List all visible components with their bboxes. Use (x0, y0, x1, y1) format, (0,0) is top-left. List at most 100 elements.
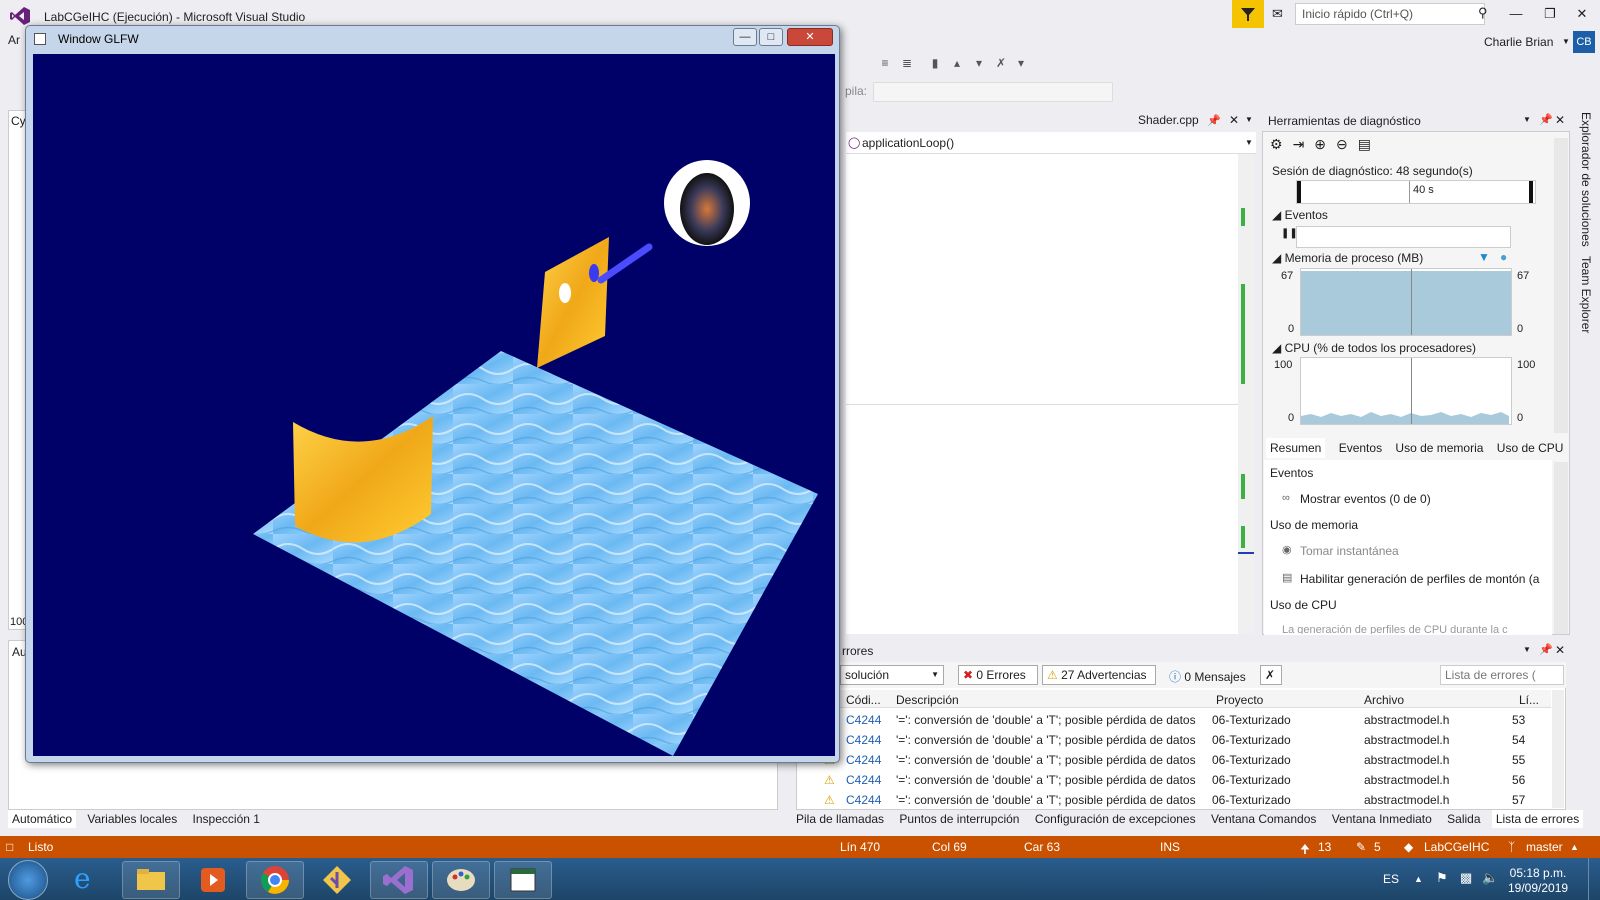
close-tab-icon[interactable]: ✕ (1229, 113, 1239, 127)
editor-scrollbar[interactable] (1238, 154, 1254, 634)
export-icon[interactable]: ⇥ (1293, 136, 1315, 152)
tab-configuracion-excepciones[interactable]: Configuración de excepciones (1031, 810, 1200, 828)
left-tool-tab[interactable]: Cy (11, 114, 26, 128)
bookmark-next-icon[interactable]: ▾ (970, 56, 988, 74)
row-code[interactable]: C4244 (846, 713, 881, 727)
tab-team-explorer[interactable]: Team Explorer (1579, 256, 1593, 333)
flag-icon[interactable]: ⚑ (1436, 870, 1448, 886)
table-row[interactable]: ⚠ C4244 '=': conversión de 'double' a 'T… (796, 790, 1551, 810)
glfw-close-button[interactable]: ✕ (787, 28, 833, 46)
error-search-input[interactable]: Lista de errores ( (1440, 665, 1564, 685)
clear-filter-button[interactable]: ✗ (1260, 665, 1282, 685)
timeline-end-handle[interactable] (1529, 181, 1533, 203)
row-code[interactable]: C4244 (846, 773, 881, 787)
take-snapshot-button[interactable]: Tomar instantánea (1300, 544, 1399, 558)
tab-variables-locales[interactable]: Variables locales (83, 810, 181, 828)
notifications-filter-button[interactable] (1232, 0, 1264, 28)
close-panel-icon[interactable]: ✕ (1555, 113, 1565, 127)
tab-uso-memoria[interactable]: Uso de memoria (1395, 441, 1483, 455)
column-description[interactable]: Descripción (896, 693, 959, 707)
cpu-graph[interactable] (1300, 357, 1512, 425)
table-row[interactable]: ⚠ C4244 '=': conversión de 'double' a 'T… (796, 750, 1551, 770)
taskbar-chrome[interactable] (246, 861, 304, 899)
code-editor[interactable] (846, 154, 1238, 634)
volume-muted-icon[interactable]: 🔈 (1482, 870, 1498, 886)
opengl-canvas[interactable] (33, 54, 835, 756)
warnings-filter-button[interactable]: ⚠ 27 Advertencias (1042, 665, 1156, 685)
chevron-up-icon[interactable]: ▲ (1570, 842, 1579, 852)
column-code[interactable]: Códi... (846, 693, 881, 707)
taskbar-media-player[interactable] (184, 861, 242, 899)
timeline-start-handle[interactable] (1297, 181, 1301, 203)
tray-expand-icon[interactable]: ▲ (1414, 874, 1423, 884)
branch-name[interactable]: master (1526, 840, 1563, 854)
split-divider[interactable] (846, 404, 1238, 405)
tab-ventana-inmediato[interactable]: Ventana Inmediato (1328, 810, 1436, 828)
toolbar-overflow-icon[interactable]: ▾ (1012, 56, 1030, 74)
pin-icon[interactable]: 📌 (1539, 113, 1553, 126)
network-icon[interactable]: ▩ (1460, 870, 1472, 886)
status-char[interactable]: Car 63 (1024, 840, 1060, 854)
internet-explorer-icon[interactable]: e (74, 862, 91, 895)
feedback-icon[interactable]: ✉ (1272, 6, 1283, 22)
table-row[interactable]: ⚠ C4244 '=': conversión de 'double' a 'T… (796, 770, 1551, 790)
status-ins[interactable]: INS (1160, 840, 1180, 854)
tab-eventos[interactable]: Eventos (1339, 441, 1382, 455)
quick-launch-input[interactable]: Inicio rápido (Ctrl+Q) (1295, 3, 1485, 25)
messages-filter-button[interactable]: ⓘ 0 Mensajes (1164, 665, 1256, 685)
tab-lista-errores[interactable]: Lista de errores (1491, 810, 1584, 828)
taskbar-file-explorer[interactable] (122, 861, 180, 899)
memory-section-title[interactable]: ◢ Memoria de proceso (MB) (1272, 251, 1423, 265)
tab-pila-llamadas[interactable]: Pila de llamadas (792, 810, 888, 828)
diag-bottom-scrollbar[interactable] (1554, 462, 1568, 634)
bookmark-clear-icon[interactable]: ✗ (992, 56, 1010, 74)
events-track[interactable] (1296, 226, 1511, 248)
language-indicator[interactable]: ES (1383, 872, 1399, 886)
tab-solution-explorer[interactable]: Explorador de soluciones (1579, 112, 1593, 247)
start-button[interactable] (8, 860, 48, 900)
taskbar-glfw-window[interactable] (494, 861, 552, 899)
chevron-down-icon[interactable]: ▼ (1523, 115, 1531, 124)
taskbar-sourcetree[interactable] (308, 861, 366, 899)
show-desktop-button[interactable] (1588, 858, 1600, 900)
errors-filter-button[interactable]: ✖ 0 Errores (958, 665, 1038, 685)
chevron-down-icon[interactable]: ▼ (1523, 645, 1531, 654)
zoom-out-icon[interactable]: ⊖ (1336, 136, 1358, 152)
avatar[interactable]: CB (1573, 31, 1595, 53)
tab-automatico[interactable]: Automático (8, 810, 77, 828)
tab-salida[interactable]: Salida (1443, 810, 1484, 828)
diag-top-scrollbar[interactable] (1554, 138, 1568, 433)
bookmark-icon[interactable]: ▮ (926, 56, 944, 74)
account-name[interactable]: Charlie Brian (1484, 35, 1553, 49)
table-row[interactable]: ⚠ C4244 '=': conversión de 'double' a 'T… (796, 710, 1551, 730)
row-code[interactable]: C4244 (846, 733, 881, 747)
close-button[interactable]: ✕ (1570, 4, 1594, 24)
column-line[interactable]: Lí... (1519, 693, 1539, 707)
close-panel-icon[interactable]: ✕ (1555, 643, 1565, 657)
tab-inspeccion[interactable]: Inspección 1 (189, 810, 264, 828)
taskbar-clock[interactable]: 05:18 p.m. 19/09/2019 (1508, 866, 1568, 896)
restore-button[interactable]: ❐ (1538, 4, 1562, 24)
events-section-title[interactable]: ◢ Eventos (1272, 208, 1328, 222)
member-dropdown[interactable]: applicationLoop() (862, 136, 954, 150)
scope-dropdown[interactable]: solución ▼ (840, 665, 944, 685)
session-timeline[interactable]: 40 s (1296, 180, 1536, 204)
row-code[interactable]: C4244 (846, 793, 881, 807)
taskbar-visual-studio[interactable] (370, 861, 428, 899)
tab-uso-cpu[interactable]: Uso de CPU (1497, 441, 1564, 455)
column-file[interactable]: Archivo (1364, 693, 1404, 707)
cpu-section-title[interactable]: ◢ CPU (% de todos los procesadores) (1272, 341, 1476, 355)
table-row[interactable]: ⚠ C4244 '=': conversión de 'double' a 'T… (796, 730, 1551, 750)
chevron-down-icon[interactable]: ▼ (1245, 115, 1253, 124)
column-project[interactable]: Proyecto (1216, 693, 1263, 707)
stack-frame-combo[interactable] (873, 82, 1113, 102)
pin-icon[interactable]: 📌 (1207, 114, 1221, 127)
chevron-down-icon[interactable]: ▼ (1245, 138, 1253, 147)
taskbar-paint[interactable] (432, 861, 490, 899)
indent-icon[interactable]: ≡ (876, 56, 894, 74)
gear-icon[interactable]: ⚙ (1270, 136, 1293, 152)
tab-ventana-comandos[interactable]: Ventana Comandos (1207, 810, 1320, 828)
tab-shader-cpp[interactable]: Shader.cpp (1138, 113, 1199, 127)
repo-name[interactable]: LabCGeIHC (1424, 840, 1489, 854)
zoom-in-icon[interactable]: ⊕ (1314, 136, 1336, 152)
